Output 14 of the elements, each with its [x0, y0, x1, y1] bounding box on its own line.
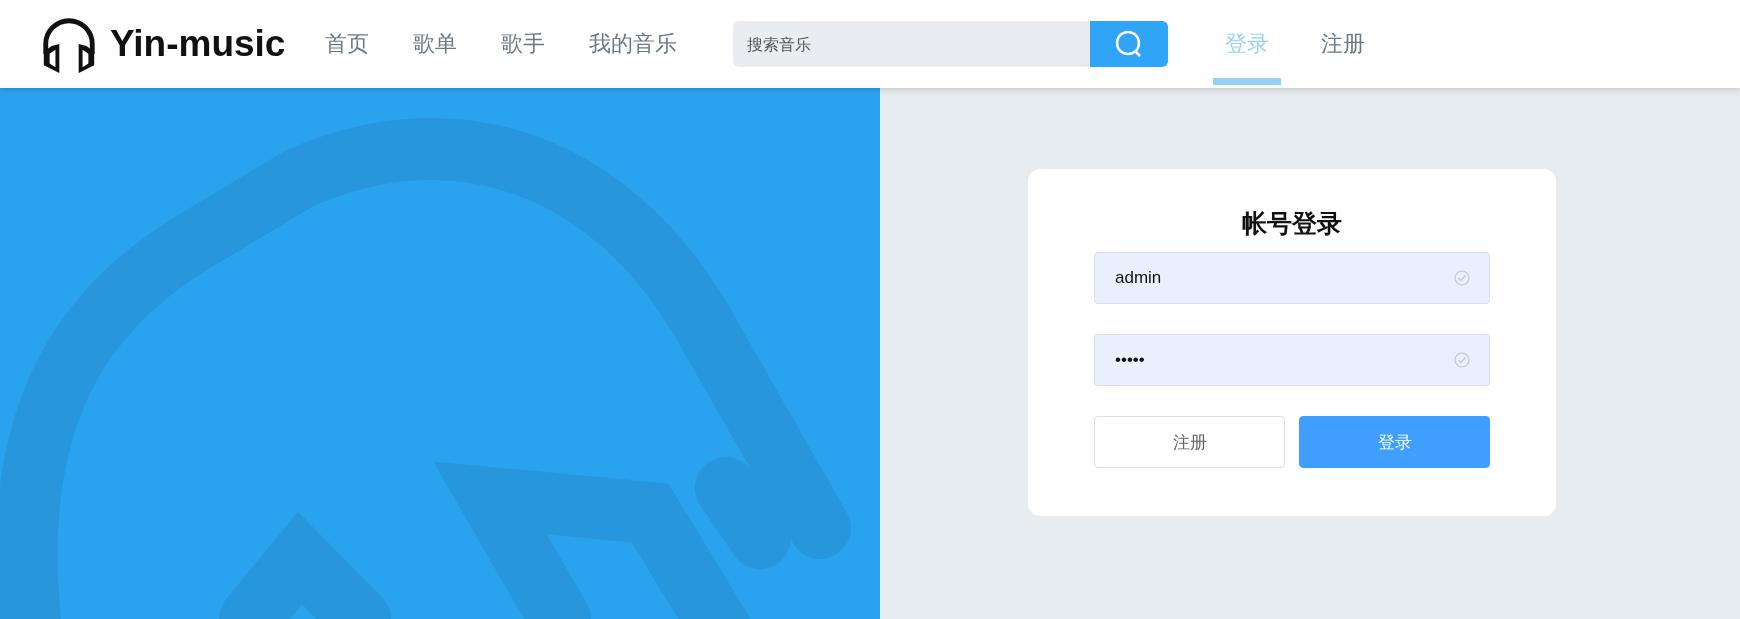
login-button[interactable]: 登录 — [1299, 416, 1490, 468]
nav-link[interactable]: 首页 — [325, 29, 370, 59]
login-field[interactable]: admin — [1094, 252, 1490, 304]
active-indicator — [1213, 78, 1282, 85]
search-field[interactable]: 搜索音乐 — [733, 21, 1091, 67]
nav-link[interactable]: 歌单 — [413, 29, 458, 59]
logo-text: Yin-music — [110, 23, 286, 65]
register-button[interactable]: 注册 — [1094, 416, 1285, 468]
login-field[interactable]: ••••• — [1094, 334, 1490, 386]
account-link[interactable]: 注册 — [1321, 31, 1366, 56]
search-button[interactable] — [1090, 21, 1169, 67]
nav-link[interactable]: 歌手 — [501, 29, 546, 59]
nav-link[interactable]: 我的音乐 — [589, 29, 678, 59]
login-title: 帐号登录 — [1242, 208, 1342, 240]
